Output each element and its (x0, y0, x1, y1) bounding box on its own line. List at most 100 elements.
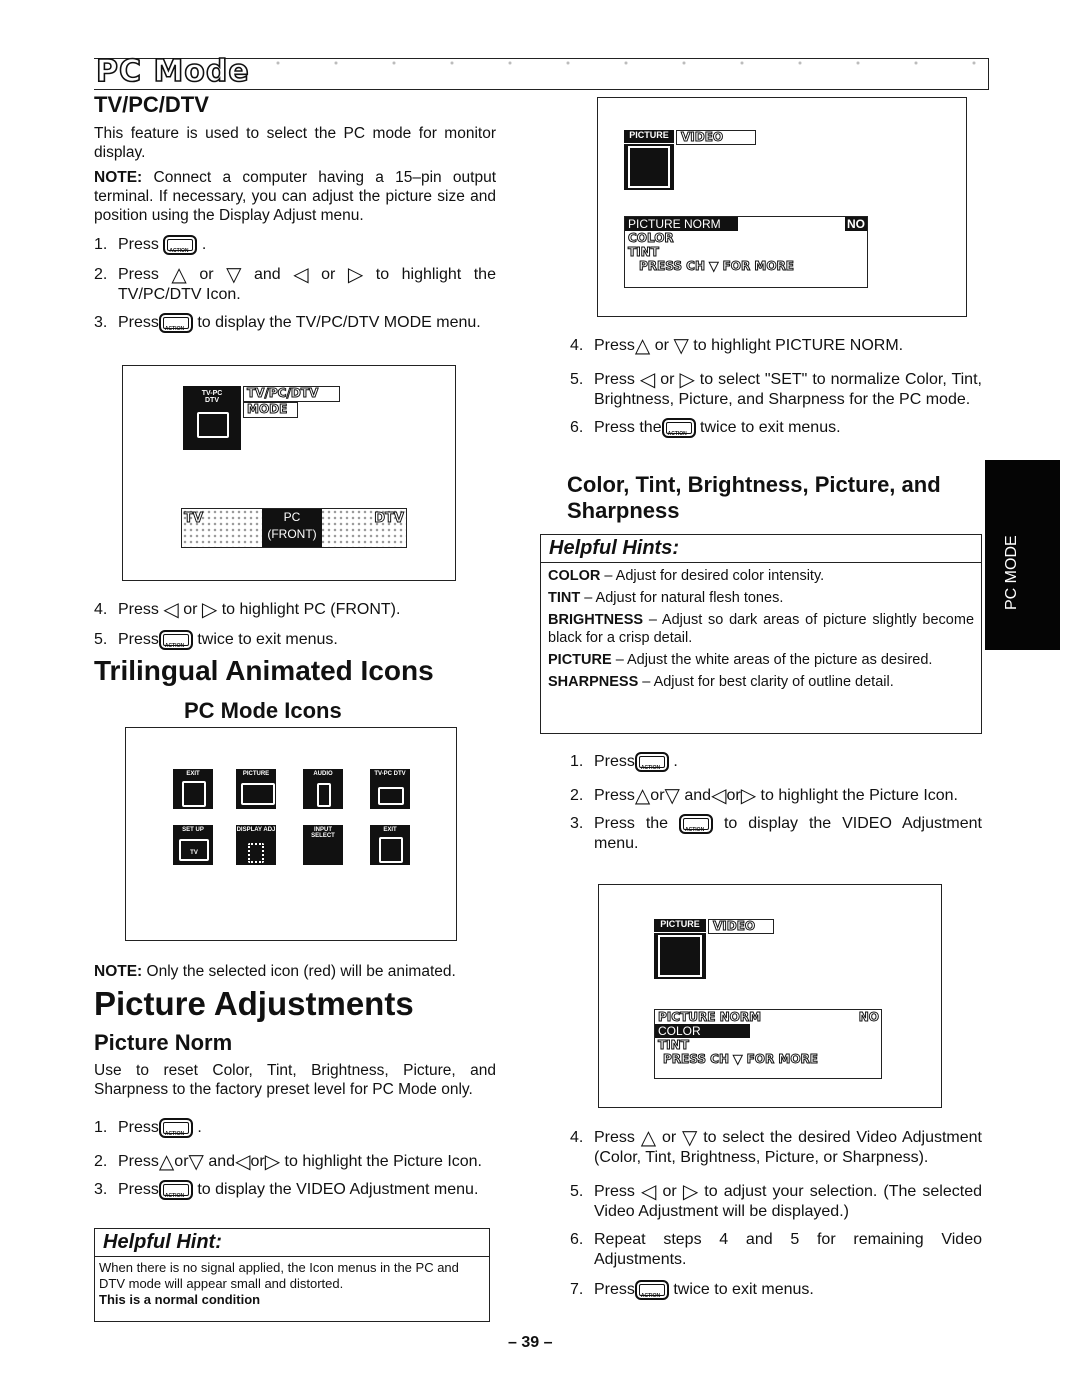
picture-norm-steps: 1.Press . 2.Press△or▽ and◁or▷ to highlig… (94, 1118, 496, 1206)
vol-left-icon: ◁ (293, 264, 309, 286)
norm-value[interactable]: NO (858, 1010, 879, 1025)
tvpcdtv-steps-2: 4. Press ◁ or ▷ to highlight PC (FRONT). … (94, 598, 496, 656)
row-picture-norm-highlighted[interactable]: PICTURE NORM (625, 217, 738, 231)
step: 6. Repeat steps 4 and 5 for remaining Vid… (570, 1231, 982, 1268)
action-button-icon (158, 630, 193, 656)
video-steps-right-2: 4. Press △ or ▽ to select the desired Vid… (570, 1126, 982, 1306)
step: 5.Press twice to exit menus. (94, 630, 496, 656)
ch-down-icon: ▽ (682, 1126, 698, 1149)
action-button-icon (158, 313, 193, 339)
ch-up-icon: △ (171, 264, 187, 286)
tvpcdtv-note: NOTE: Connect a computer having a 15–pin… (94, 168, 496, 225)
helpful-hint-box: Helpful Hint: When there is no signal ap… (94, 1228, 490, 1322)
helpful-hints-box: Helpful Hints: COLOR – Adjust for desire… (540, 534, 982, 734)
step: 3.Press the to display the VIDEO Adjustm… (570, 814, 982, 854)
picture-norm-intro: Use to reset Color, Tint, Brightness, Pi… (94, 1062, 496, 1098)
page-number: – 39 – (508, 1334, 553, 1351)
action-button-icon (661, 418, 696, 444)
vol-right-icon: ▷ (347, 264, 364, 286)
norm-value[interactable]: NO (845, 217, 867, 231)
left-column: TV/PC/DTV This feature is used to select… (94, 92, 496, 339)
step: 3.Press to display the TV/PC/DTV MODE me… (94, 313, 496, 339)
step: 5. Press ◁ or ▷ to select "SET" to normal… (570, 368, 982, 408)
step: 2. Press △ or ▽ and ◁ or ▷ to highlight t… (94, 264, 496, 304)
step: 4. Press △ or ▽ to select the desired Vid… (570, 1126, 982, 1166)
input-select-icon: INPUT SELECT (303, 825, 343, 865)
action-button-icon (158, 1180, 193, 1206)
option-dtv[interactable]: DTV (374, 511, 405, 527)
menu-footer: PRESS CH ▼ FOR MORE (663, 1052, 819, 1067)
row-color-highlighted[interactable]: COLOR (655, 1024, 750, 1038)
action-button-icon (163, 235, 198, 261)
ch-up-icon: △ (640, 1126, 657, 1149)
ch-up-icon: △ (158, 1151, 175, 1173)
step: 6.Press the twice to exit menus. (570, 418, 982, 444)
helpful-hint-body: When there is no signal applied, the Ico… (99, 1260, 459, 1291)
hint-color: COLOR – Adjust for desired color intensi… (548, 568, 825, 584)
video-steps-right: 1.Press . 2.Press△or▽ and◁or▷ to highlig… (570, 752, 982, 854)
step: 2. Press△or▽ and◁or▷ to highlight the Pic… (570, 785, 958, 807)
ch-up-icon: △ (634, 334, 651, 357)
hint-picture: PICTURE – Adjust the white areas of the … (548, 652, 933, 668)
picture-tab: PICTURE (624, 130, 674, 143)
option-pc-front-selected[interactable]: PC (FRONT) (262, 509, 322, 547)
video-title: VIDEO (676, 130, 756, 145)
vol-right-icon: ▷ (682, 1180, 699, 1203)
action-button-icon (679, 814, 714, 840)
vol-left-icon: ◁ (641, 1180, 657, 1203)
exit-icon: EXIT (173, 769, 213, 809)
display-adj-icon: DISPLAY ADJ (236, 825, 276, 865)
helpful-hints-title: Helpful Hints: (541, 535, 981, 563)
ch-down-icon: ▽ (226, 264, 242, 286)
icons-note: NOTE: Only the selected icon (red) will … (94, 963, 456, 980)
row-picture-norm[interactable]: PICTURE NORM (655, 1010, 881, 1025)
vol-right-icon: ▷ (740, 785, 757, 807)
tv-icon (197, 412, 229, 438)
tvpc-icon: TV-PC DTV (183, 386, 241, 450)
mode-menu-title-2: MODE (243, 402, 298, 418)
video-adjust-list: PICTURE NORM NO COLOR TINT PRESS CH ▼ FO… (654, 1009, 882, 1079)
step: 5. Press ◁ or ▷ to adjust your selection.… (570, 1180, 982, 1220)
audio-icon: AUDIO (303, 769, 343, 809)
row-color[interactable]: COLOR (625, 231, 867, 246)
vol-left-icon: ◁ (163, 598, 179, 621)
vol-left-icon: ◁ (235, 1151, 251, 1173)
setup-icon: SET UP TV (173, 825, 213, 865)
action-button-icon (158, 1118, 193, 1144)
picture-norm-heading: Picture Norm (94, 1030, 233, 1055)
trilingual-heading: Trilingual Animated Icons (94, 655, 434, 686)
row-tint[interactable]: TINT (625, 245, 867, 260)
exit-icon: EXIT (370, 825, 410, 865)
side-tab-label: PC MODE (1003, 535, 1020, 610)
option-tv[interactable]: TV (184, 511, 204, 527)
step: 7.Press twice to exit menus. (570, 1280, 982, 1306)
hint-tint: TINT – Adjust for natural flesh tones. (548, 590, 784, 606)
ch-up-icon: △ (634, 785, 651, 807)
tvpcdtv-intro: This feature is used to select the PC mo… (94, 125, 496, 161)
mode-options-bar: TV PC (FRONT) DTV (181, 508, 407, 548)
note-label: NOTE: (94, 169, 143, 186)
picture-tab: PICTURE (654, 919, 706, 932)
pc-mode-icons-heading: PC Mode Icons (184, 698, 342, 723)
video-menu-screen-1: PICTURE VIDEO PICTURE NORM NO COLOR TINT… (597, 97, 967, 317)
color-tint-heading: Color, Tint, Brightness, Picture, and Sh… (567, 472, 941, 523)
action-button-icon (634, 1280, 669, 1306)
picture-adjustments-heading: Picture Adjustments (94, 985, 414, 1022)
step: 1.Press . (94, 1118, 496, 1144)
vol-left-icon: ◁ (711, 785, 727, 807)
tvpcdtv-heading: TV/PC/DTV (94, 92, 209, 117)
helpful-hint-bold: This is a normal condition (99, 1292, 261, 1307)
pc-mode-icons-panel: EXIT PICTURE AUDIO TV-PC DTV SET UP TV DI… (125, 727, 457, 941)
step: 4. Press ◁ or ▷ to highlight PC (FRONT). (94, 598, 401, 621)
tvpcdtv-mode-screen: TV-PC DTV TV/PC/DTV MODE TV PC (FRONT) DT… (122, 365, 456, 581)
tvpcdtv-steps: 1.Press . 2.Press △ or ▽ and ◁ or ▷ to h… (94, 235, 496, 339)
step: 2. Press△or▽ and◁or▷ to highlight the Pic… (94, 1151, 482, 1173)
row-tint[interactable]: TINT (655, 1038, 881, 1053)
section-banner-title: PC Mode (95, 53, 250, 90)
picture-icon (624, 144, 674, 190)
picture-icon (654, 933, 706, 979)
action-button-icon (634, 752, 669, 778)
vol-right-icon: ▷ (679, 368, 695, 391)
picture-icon: PICTURE (236, 769, 276, 809)
video-menu-screen-2: PICTURE VIDEO PICTURE NORM NO COLOR TINT… (598, 884, 942, 1108)
